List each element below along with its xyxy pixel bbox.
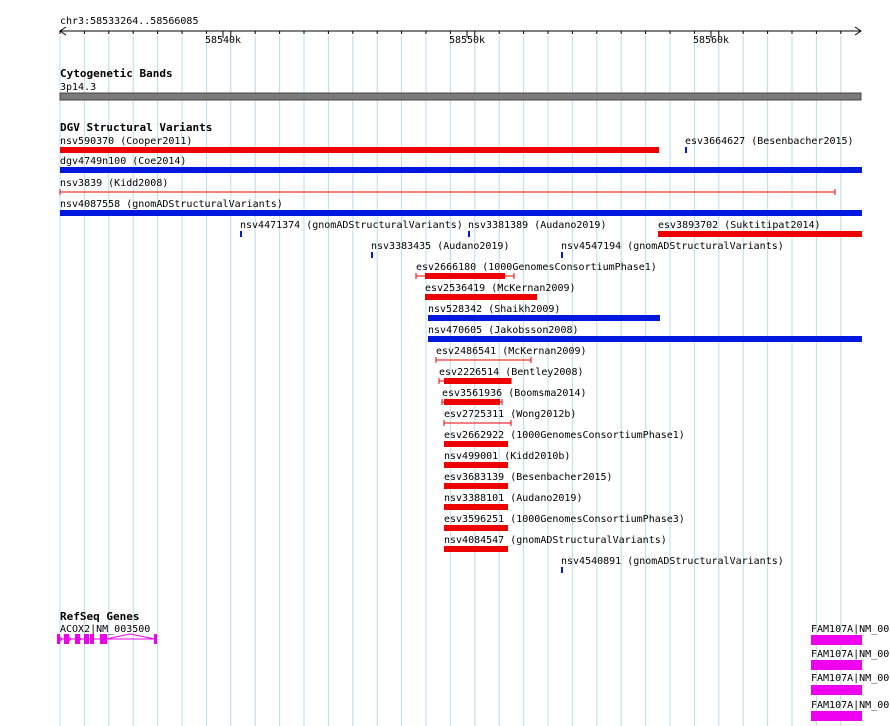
dgv-feature-bar[interactable] <box>444 462 508 468</box>
dgv-feature-bar[interactable] <box>425 294 537 300</box>
gene-fam107a-bar-1[interactable] <box>811 635 862 645</box>
cytoband-track-title: Cytogenetic Bands <box>60 67 173 80</box>
gene-label-fam107a-1[interactable]: FAM107A|NM_00 <box>811 624 889 635</box>
gene-fam107a-bar-4[interactable] <box>811 711 862 721</box>
dgv-feature-label: nsv3383435 (Audano2019) <box>371 241 509 252</box>
dgv-feature-tick[interactable] <box>685 147 687 153</box>
dgv-feature-esv3893702[interactable]: esv3893702 (Suktitipat2014) <box>658 220 862 237</box>
dgv-feature-label: esv2725311 (Wong2012b) <box>444 409 576 420</box>
ruler-label-58550k: 58550k <box>449 35 485 46</box>
refseq-track-title: RefSeq Genes <box>60 610 139 623</box>
dgv-feature-bar[interactable] <box>444 525 508 531</box>
ruler-label-58560k: 58560k <box>693 35 729 46</box>
dgv-feature-label: nsv470605 (Jakobsson2008) <box>428 325 579 336</box>
dgv-feature-tick[interactable] <box>561 567 563 573</box>
dgv-feature-label: esv3893702 (Suktitipat2014) <box>658 220 821 231</box>
dgv-feature-esv2536419[interactable]: esv2536419 (McKernan2009) <box>425 283 576 300</box>
dgv-feature-label: nsv4084547 (gnomADStructuralVariants) <box>444 535 667 546</box>
dgv-feature-bar[interactable] <box>444 378 511 384</box>
dgv-feature-label: esv3664627 (Besenbacher2015) <box>685 136 854 147</box>
dgv-feature-label: esv2662922 (1000GenomesConsortiumPhase1) <box>444 430 685 441</box>
dgv-feature-nsv4540891[interactable]: nsv4540891 (gnomADStructuralVariants) <box>561 556 784 573</box>
dgv-feature-esv2486541[interactable]: esv2486541 (McKernan2009) <box>435 346 587 363</box>
dgv-feature-nsv3388101[interactable]: nsv3388101 (Audano2019) <box>444 493 582 510</box>
cytoband-label: 3p14.3 <box>60 82 96 93</box>
cytoband-bar[interactable] <box>59 92 862 101</box>
dgv-feature-label: nsv590370 (Cooper2011) <box>60 136 192 147</box>
dgv-feature-tick[interactable] <box>371 252 373 258</box>
dgv-feature-esv2662922[interactable]: esv2662922 (1000GenomesConsortiumPhase1) <box>444 430 685 447</box>
dgv-feature-label: nsv3839 (Kidd2008) <box>60 178 168 189</box>
dgv-feature-bar[interactable] <box>428 315 660 321</box>
dgv-feature-tick[interactable] <box>561 252 563 258</box>
dgv-feature-bar[interactable] <box>444 441 508 447</box>
dgv-feature-label: esv2226514 (Bentley2008) <box>439 367 584 378</box>
dgv-feature-label: nsv528342 (Shaikh2009) <box>428 304 560 315</box>
genome-browser-view[interactable]: chr3:58533264..58566085 58540k 58550k 58… <box>0 0 890 726</box>
dgv-feature-nsv4084547[interactable]: nsv4084547 (gnomADStructuralVariants) <box>444 535 667 552</box>
dgv-track-title: DGV Structural Variants <box>60 121 212 134</box>
dgv-feature-label: esv3561936 (Boomsma2014) <box>442 388 587 399</box>
dgv-feature-nsv528342[interactable]: nsv528342 (Shaikh2009) <box>428 304 660 321</box>
dgv-feature-esv3561936[interactable]: esv3561936 (Boomsma2014) <box>441 388 587 405</box>
dgv-feature-bar[interactable] <box>425 273 505 279</box>
ruler-label-58540k: 58540k <box>205 35 241 46</box>
dgv-feature-nsv4087558[interactable]: nsv4087558 (gnomADStructuralVariants) <box>60 199 862 216</box>
dgv-feature-tick[interactable] <box>240 231 242 237</box>
dgv-feature-label: nsv4540891 (gnomADStructuralVariants) <box>561 556 784 567</box>
dgv-feature-nsv499001[interactable]: nsv499001 (Kidd2010b) <box>444 451 570 468</box>
dgv-feature-label: nsv4547194 (gnomADStructuralVariants) <box>561 241 784 252</box>
dgv-feature-label: nsv3381389 (Audano2019) <box>468 220 606 231</box>
location-label: chr3:58533264..58566085 <box>60 16 198 27</box>
dgv-feature-bar[interactable] <box>60 167 862 173</box>
dgv-feature-bar[interactable] <box>60 210 862 216</box>
cytoband-track[interactable]: Cytogenetic Bands 3p14.3 <box>59 67 862 101</box>
dgv-feature-bar[interactable] <box>444 504 508 510</box>
dgv-feature-label: dgv4749n100 (Coe2014) <box>60 156 186 167</box>
dgv-feature-bar[interactable] <box>444 546 508 552</box>
gene-label-acox2[interactable]: ACOX2|NM_003500 <box>60 624 150 635</box>
gene-label-fam107a-4[interactable]: FAM107A|NM_00 <box>811 700 889 711</box>
dgv-feature-label: esv2536419 (McKernan2009) <box>425 283 576 294</box>
dgv-feature-dgv4749n100[interactable]: dgv4749n100 (Coe2014) <box>60 156 862 173</box>
dgv-feature-esv3683139[interactable]: esv3683139 (Besenbacher2015) <box>444 472 613 489</box>
dgv-feature-label: nsv499001 (Kidd2010b) <box>444 451 570 462</box>
dgv-feature-esv3664627[interactable]: esv3664627 (Besenbacher2015) <box>685 136 854 153</box>
gene-acox2[interactable] <box>57 633 157 644</box>
dgv-feature-esv2725311[interactable]: esv2725311 (Wong2012b) <box>443 409 576 426</box>
dgv-feature-label: esv3596251 (1000GenomesConsortiumPhase3) <box>444 514 685 525</box>
dgv-feature-nsv4547194[interactable]: nsv4547194 (gnomADStructuralVariants) <box>561 241 784 258</box>
gene-fam107a-bar-2[interactable] <box>811 660 862 670</box>
dgv-feature-esv3596251[interactable]: esv3596251 (1000GenomesConsortiumPhase3) <box>444 514 685 531</box>
ruler[interactable]: chr3:58533264..58566085 58540k 58550k 58… <box>59 16 862 46</box>
dgv-feature-bar[interactable] <box>658 231 862 237</box>
dgv-feature-bar[interactable] <box>444 399 500 405</box>
dgv-feature-esv2226514[interactable]: esv2226514 (Bentley2008) <box>438 367 584 384</box>
dgv-feature-nsv4471374[interactable]: nsv4471374 (gnomADStructuralVariants) <box>240 220 463 237</box>
dgv-feature-label: nsv4087558 (gnomADStructuralVariants) <box>60 199 283 210</box>
dgv-feature-bar[interactable] <box>428 336 862 342</box>
dgv-feature-tick[interactable] <box>468 231 470 237</box>
dgv-feature-nsv3383435[interactable]: nsv3383435 (Audano2019) <box>371 241 509 258</box>
dgv-track[interactable]: DGV Structural Variants nsv590370 (Coope… <box>59 121 862 573</box>
dgv-feature-label: esv2666180 (1000GenomesConsortiumPhase1) <box>416 262 657 273</box>
gene-fam107a-bar-3[interactable] <box>811 685 862 695</box>
gene-label-fam107a-2[interactable]: FAM107A|NM_00 <box>811 649 889 660</box>
dgv-feature-label: esv3683139 (Besenbacher2015) <box>444 472 613 483</box>
dgv-feature-label: nsv3388101 (Audano2019) <box>444 493 582 504</box>
dgv-feature-label: esv2486541 (McKernan2009) <box>436 346 587 357</box>
gene-label-fam107a-3[interactable]: FAM107A|NM_00 <box>811 673 889 684</box>
dgv-feature-nsv590370[interactable]: nsv590370 (Cooper2011) <box>60 136 659 153</box>
dgv-feature-bar[interactable] <box>444 483 508 489</box>
dgv-feature-label: nsv4471374 (gnomADStructuralVariants) <box>240 220 463 231</box>
dgv-feature-bar[interactable] <box>60 147 659 153</box>
dgv-feature-nsv470605[interactable]: nsv470605 (Jakobsson2008) <box>428 325 862 342</box>
dgv-feature-nsv3381389[interactable]: nsv3381389 (Audano2019) <box>468 220 606 237</box>
